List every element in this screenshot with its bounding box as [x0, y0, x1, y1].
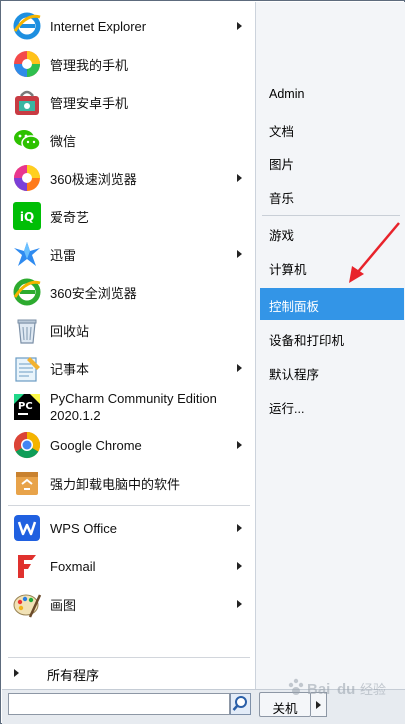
right-item-computer[interactable]: 计算机: [260, 251, 404, 283]
xunlei-icon: [12, 239, 42, 269]
program-label: Foxmail: [50, 558, 96, 574]
right-item-label: 设备和打印机: [269, 334, 345, 348]
baidu-watermark: Bai du 经验: [285, 674, 401, 704]
program-label: 记事本: [50, 361, 90, 377]
pycharm-icon: PC: [12, 392, 42, 422]
right-item-default-programs[interactable]: 默认程序: [260, 356, 404, 388]
program-label: 强力卸载电脑中的软件: [50, 476, 181, 492]
right-item-run[interactable]: 运行...: [260, 390, 404, 422]
all-programs-button[interactable]: 所有程序: [2, 662, 254, 684]
right-item-label: 文档: [269, 125, 295, 139]
right-item-control-panel[interactable]: 控制面板: [260, 288, 404, 320]
divider: [8, 505, 250, 506]
submenu-arrow-icon[interactable]: [237, 22, 242, 30]
program-item-android-manager[interactable]: 管理安卓手机: [2, 83, 254, 121]
program-list: Internet Explorer 管理我的手机 管理安卓手机 微信 360极速…: [2, 2, 255, 689]
places-panel: Admin 文档 图片 音乐 游戏 计算机 控制面板 设备和打印机 默认程序 运…: [255, 2, 405, 689]
program-label: PyCharm Community Edition: [50, 391, 217, 406]
divider: [8, 657, 250, 658]
search-input[interactable]: [8, 693, 230, 715]
wechat-icon: [12, 125, 42, 155]
svg-text:经验: 经验: [360, 682, 386, 698]
submenu-arrow-icon[interactable]: [237, 174, 242, 182]
program-item-recycle-bin[interactable]: 回收站: [2, 311, 254, 349]
phone-manager-icon: [12, 49, 42, 79]
program-label: 360安全浏览器: [50, 285, 137, 301]
program-item-notepad[interactable]: 记事本: [2, 349, 254, 387]
foxmail-icon: [12, 551, 42, 581]
right-item-admin[interactable]: Admin: [260, 79, 404, 111]
program-item-360-speed-browser[interactable]: 360极速浏览器: [2, 159, 254, 197]
right-item-label: 控制面板: [269, 300, 320, 314]
chrome-icon: [12, 430, 42, 460]
right-item-documents[interactable]: 文档: [260, 113, 404, 145]
all-programs-label: 所有程序: [47, 668, 100, 683]
internet-explorer-icon: [12, 11, 42, 41]
svg-text:Bai: Bai: [307, 681, 330, 698]
program-item-phone-manager[interactable]: 管理我的手机: [2, 45, 254, 83]
program-item-360-safe-browser[interactable]: 360安全浏览器: [2, 273, 254, 311]
submenu-arrow-icon[interactable]: [237, 524, 242, 532]
right-item-music[interactable]: 音乐: [260, 180, 404, 212]
program-item-wps-office[interactable]: WPS Office: [2, 509, 254, 547]
right-item-label: 运行...: [269, 402, 305, 416]
360-safe-browser-icon: [12, 277, 42, 307]
submenu-arrow-icon[interactable]: [237, 250, 242, 258]
all-programs-arrow-icon: [14, 669, 19, 677]
right-item-label: 图片: [269, 158, 295, 172]
submenu-arrow-icon[interactable]: [237, 364, 242, 372]
svg-text:PC: PC: [18, 401, 33, 412]
program-label: 迅雷: [50, 247, 77, 263]
program-label: 管理安卓手机: [50, 95, 129, 111]
program-label: 360极速浏览器: [50, 171, 137, 187]
program-label: 微信: [50, 133, 77, 149]
program-item-iqiyi[interactable]: iQ 爱奇艺: [2, 197, 254, 235]
program-item-uninstaller[interactable]: 强力卸载电脑中的软件: [2, 464, 254, 502]
right-item-pictures[interactable]: 图片: [260, 146, 404, 178]
right-item-label: 音乐: [269, 192, 295, 206]
program-item-pycharm[interactable]: PC PyCharm Community Edition 2020.1.2: [2, 387, 254, 427]
360-speed-browser-icon: [12, 163, 42, 193]
submenu-arrow-icon[interactable]: [237, 600, 242, 608]
start-menu: Internet Explorer 管理我的手机 管理安卓手机 微信 360极速…: [0, 0, 405, 724]
iqiyi-icon: iQ: [12, 201, 42, 231]
right-item-label: 计算机: [269, 263, 307, 277]
program-label: 画图: [50, 597, 77, 613]
wps-icon: [12, 513, 42, 543]
search-button[interactable]: [230, 693, 251, 715]
paint-icon: [12, 589, 42, 619]
program-item-internet-explorer[interactable]: Internet Explorer: [2, 7, 254, 45]
program-item-google-chrome[interactable]: Google Chrome: [2, 426, 254, 464]
recycle-bin-icon: [12, 315, 42, 345]
program-item-wechat[interactable]: 微信: [2, 121, 254, 159]
program-label: 爱奇艺: [50, 209, 90, 225]
program-item-xunlei[interactable]: 迅雷: [2, 235, 254, 273]
program-version: 2020.1.2: [50, 408, 101, 423]
search-icon: [232, 696, 247, 711]
right-item-label: 默认程序: [269, 368, 320, 382]
right-item-label: Admin: [269, 87, 305, 101]
right-item-games[interactable]: 游戏: [260, 217, 404, 249]
program-label: 回收站: [50, 323, 90, 339]
submenu-arrow-icon[interactable]: [237, 562, 242, 570]
program-label: Internet Explorer: [50, 18, 147, 34]
program-item-paint[interactable]: 画图: [2, 585, 254, 623]
uninstaller-icon: [12, 468, 42, 498]
svg-text:du: du: [337, 681, 355, 698]
right-item-devices-printers[interactable]: 设备和打印机: [260, 322, 404, 354]
submenu-arrow-icon[interactable]: [237, 441, 242, 449]
program-item-foxmail[interactable]: Foxmail: [2, 547, 254, 585]
right-item-label: 游戏: [269, 229, 295, 243]
program-label: 管理我的手机: [50, 57, 129, 73]
program-label: WPS Office: [50, 520, 117, 536]
android-manager-icon: [12, 87, 42, 117]
svg-text:iQ: iQ: [20, 210, 34, 224]
notepad-icon: [12, 353, 42, 383]
divider: [262, 215, 400, 216]
program-label: Google Chrome: [50, 437, 142, 453]
